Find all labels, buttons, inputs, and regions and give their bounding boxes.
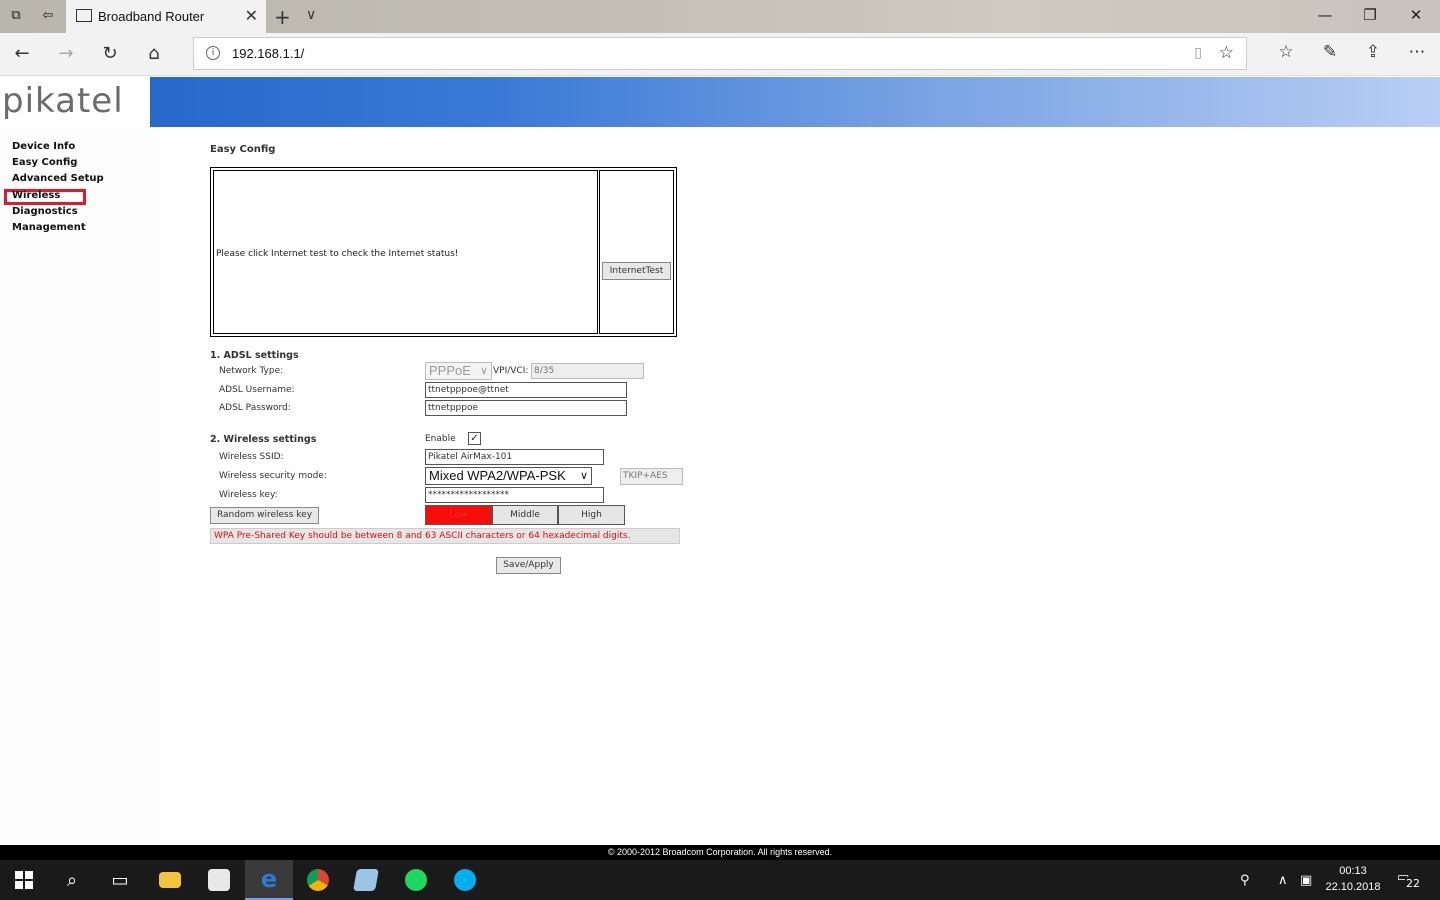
wpa-key-warning: WPA Pre-Shared Key should be between 8 a…: [210, 528, 680, 544]
status-panel: Please click Internet test to check the …: [213, 170, 598, 334]
tab-group-icon[interactable]: ⧉: [8, 8, 24, 24]
security-mode-label: Wireless security mode:: [219, 471, 327, 481]
network-type-value: PPPoE: [429, 363, 471, 378]
chevron-up-icon[interactable]: ∧: [1278, 860, 1288, 900]
title-bar: ⧉ ⇦ Broadband Router ✕ + ∨ — ❐ ✕: [0, 0, 1440, 33]
people-icon[interactable]: ⚲: [1240, 860, 1250, 900]
share-icon[interactable]: ⇪: [1361, 42, 1385, 62]
address-toolbar: ← → ↻ ⌂ i 192.168.1.1/ ▯ ☆ ☆ ✎ ⇪ ⋯: [0, 33, 1440, 76]
back-icon[interactable]: ←: [10, 43, 34, 64]
chevron-down-icon: ∨: [579, 470, 588, 482]
adsl-username-label: ADSL Username:: [219, 385, 295, 395]
page-icon: [76, 9, 92, 22]
menu-easy-config[interactable]: Easy Config: [12, 157, 77, 168]
strength-low: Low: [425, 505, 492, 525]
more-icon[interactable]: ⋯: [1405, 42, 1429, 62]
sidebar-menu: Device Info Easy Config Advanced Setup W…: [0, 127, 160, 845]
ssid-input[interactable]: Pikatel AirMax-101: [425, 449, 604, 465]
notification-count: 22: [1405, 877, 1421, 890]
router-banner: pikatel: [0, 77, 1440, 127]
network-icon[interactable]: ▣: [1300, 860, 1312, 900]
refresh-icon[interactable]: ↻: [98, 43, 122, 64]
close-icon[interactable]: ✕: [245, 6, 258, 25]
browser-tab[interactable]: Broadband Router ✕: [66, 0, 266, 33]
notepad-icon[interactable]: [342, 860, 390, 900]
home-icon[interactable]: ⌂: [142, 43, 166, 64]
favorites-icon[interactable]: ☆: [1274, 42, 1298, 62]
page-title: Easy Config: [210, 144, 276, 155]
close-window-icon[interactable]: ✕: [1401, 6, 1431, 24]
clock-date: 22.10.2018: [1325, 881, 1381, 893]
vpi-vci-label: VPI/VCI:: [493, 366, 529, 376]
save-apply-button[interactable]: Save/Apply: [496, 557, 561, 574]
enable-label: Enable: [425, 434, 456, 444]
windows-start-icon[interactable]: [0, 860, 48, 900]
internet-status-frame: Please click Internet test to check the …: [210, 167, 677, 337]
logo: pikatel: [0, 77, 150, 127]
adsl-username-input[interactable]: ttnetpppoe@ttnet: [425, 382, 627, 398]
info-icon[interactable]: i: [206, 46, 220, 60]
menu-advanced-setup[interactable]: Advanced Setup: [12, 173, 104, 184]
internet-test-button[interactable]: InternetTest: [602, 262, 671, 280]
adsl-section-title: 1. ADSL settings: [210, 350, 299, 361]
skype-icon[interactable]: [441, 860, 489, 900]
network-type-label: Network Type:: [219, 366, 284, 376]
main-content: Easy Config Please click Internet test t…: [160, 127, 1440, 845]
store-icon[interactable]: [195, 860, 243, 900]
chrome-icon[interactable]: [294, 860, 342, 900]
spotify-icon[interactable]: [392, 860, 440, 900]
strength-high: High: [558, 505, 625, 525]
chevron-down-icon[interactable]: ∨: [306, 7, 316, 23]
menu-device-info[interactable]: Device Info: [12, 141, 75, 152]
ssid-label: Wireless SSID:: [219, 452, 284, 462]
file-explorer-icon[interactable]: [146, 860, 194, 900]
adsl-password-input[interactable]: ttnetpppoe: [425, 400, 627, 416]
status-side-panel: InternetTest: [599, 170, 674, 334]
tab-title: Broadband Router: [98, 9, 205, 24]
pen-icon[interactable]: ✎: [1318, 42, 1342, 62]
random-wireless-key-button[interactable]: Random wireless key: [210, 507, 319, 524]
minimize-icon[interactable]: —: [1310, 6, 1340, 24]
star-icon[interactable]: ☆: [1219, 43, 1234, 63]
clock[interactable]: 00:13 22.10.2018: [1320, 863, 1386, 895]
wireless-section-title: 2. Wireless settings: [210, 434, 317, 445]
url-bar[interactable]: i 192.168.1.1/ ▯ ☆: [193, 37, 1247, 70]
enable-checkbox[interactable]: ✓: [468, 432, 481, 445]
wireless-key-label: Wireless key:: [219, 490, 278, 500]
status-message: Please click Internet test to check the …: [216, 249, 459, 259]
search-icon[interactable]: ⌕: [48, 860, 96, 900]
adsl-password-label: ADSL Password:: [219, 403, 291, 413]
chevron-down-icon: ∨: [479, 365, 488, 377]
new-tab-icon[interactable]: +: [274, 5, 291, 29]
brand-logo: pikatel: [2, 81, 124, 121]
strength-middle: Middle: [492, 505, 558, 525]
forward-icon[interactable]: →: [54, 43, 78, 64]
edge-icon[interactable]: e: [245, 860, 293, 900]
back-tab-icon[interactable]: ⇦: [40, 8, 56, 24]
wireless-key-input[interactable]: ******************: [425, 487, 604, 503]
footer-copyright: © 2000-2012 Broadcom Corporation. All ri…: [0, 845, 1440, 860]
menu-diagnostics[interactable]: Diagnostics: [12, 206, 78, 217]
clock-time: 00:13: [1339, 865, 1367, 877]
menu-wireless[interactable]: Wireless: [12, 190, 60, 201]
vpi-vci-input[interactable]: 8/35: [531, 363, 644, 379]
menu-management[interactable]: Management: [12, 222, 86, 233]
encryption-field[interactable]: TKIP+AES: [620, 468, 683, 485]
restore-icon[interactable]: ❐: [1355, 6, 1385, 24]
taskbar: ⌕ ▭ e ⚲ ∧ ▣ 00:13 22.10.2018 ▭ 22: [0, 860, 1440, 900]
reading-view-icon[interactable]: ▯: [1194, 45, 1202, 61]
security-mode-value: Mixed WPA2/WPA-PSK: [429, 468, 566, 483]
url-text[interactable]: 192.168.1.1/: [232, 46, 304, 61]
task-view-icon[interactable]: ▭: [96, 860, 144, 900]
security-mode-select[interactable]: Mixed WPA2/WPA-PSK ∨: [425, 467, 592, 485]
network-type-select[interactable]: PPPoE ∨: [425, 362, 492, 380]
